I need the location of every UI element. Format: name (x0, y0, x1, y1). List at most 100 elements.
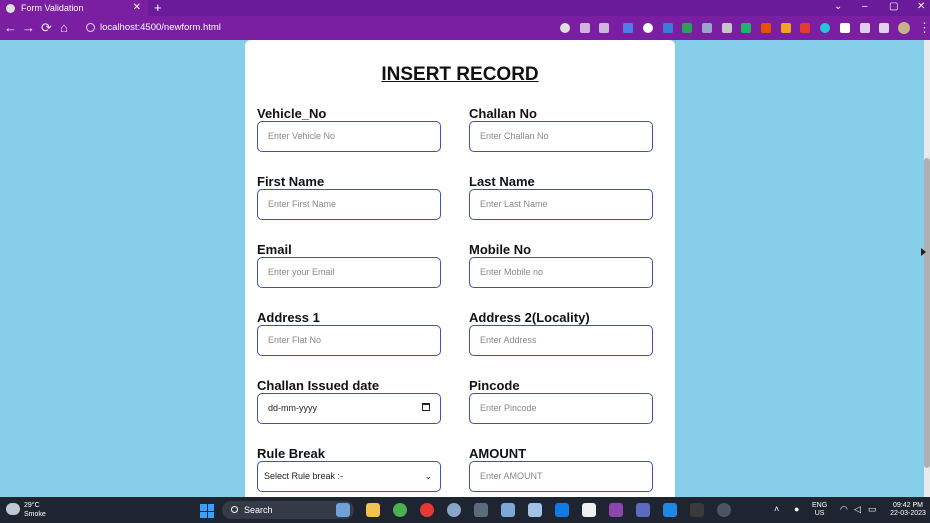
amount-input[interactable]: Enter AMOUNT (469, 461, 653, 492)
email-input[interactable]: Enter your Email (257, 257, 441, 288)
last-name-label: Last Name (469, 174, 535, 189)
side-panel-icon[interactable] (879, 23, 889, 33)
wifi-icon[interactable]: ◠ (840, 505, 848, 514)
translate-extension-icon[interactable] (623, 23, 633, 33)
app-icon[interactable] (555, 503, 569, 517)
maximize-button[interactable]: ▢ (889, 0, 898, 16)
shield-extension-icon[interactable] (682, 23, 692, 33)
microphone-icon[interactable]: ● (794, 505, 799, 514)
chevron-up-icon[interactable]: ˄ (774, 505, 779, 514)
weather-widget[interactable]: 29°C Smoke (24, 501, 46, 519)
taskbar-search[interactable]: Search (222, 501, 354, 519)
email-label: Email (257, 242, 292, 257)
app-icon[interactable] (393, 503, 407, 517)
browser-menu-icon[interactable]: ⋮ (918, 20, 930, 36)
last-name-input[interactable]: Enter Last Name (469, 189, 653, 220)
home-button[interactable]: ⌂ (60, 20, 68, 36)
app-icon[interactable] (609, 503, 623, 517)
language-indicator[interactable]: ENG US (812, 502, 827, 518)
vehicle-no-input[interactable]: Enter Vehicle No (257, 121, 441, 152)
close-tab-icon[interactable]: ✕ (133, 2, 141, 13)
puzzle-icon[interactable] (860, 23, 870, 33)
battery-icon[interactable]: ▭ (868, 505, 877, 514)
avatar[interactable] (898, 22, 910, 34)
new-tab-button[interactable]: + (154, 0, 162, 16)
share-icon[interactable] (580, 23, 590, 33)
address-bar[interactable]: localhost:4500/newform.html (80, 19, 620, 37)
extension-icon[interactable] (761, 23, 771, 33)
app-icon[interactable] (528, 503, 542, 517)
search-highlight-icon (336, 503, 350, 517)
extension-icon[interactable] (722, 23, 732, 33)
app-icon[interactable] (474, 503, 488, 517)
language-region: US (814, 510, 825, 517)
extension-icon[interactable] (820, 23, 830, 33)
tab-title: Form Validation (21, 3, 84, 13)
close-window-button[interactable]: ✕ (917, 0, 925, 16)
pincode-label: Pincode (469, 378, 520, 393)
clock-time: 09:42 PM (893, 502, 923, 509)
settings-gear-icon[interactable] (447, 503, 461, 517)
google-icon[interactable] (560, 23, 570, 33)
calendar-icon[interactable] (422, 403, 430, 411)
app-icon[interactable] (717, 503, 731, 517)
windows-start-icon[interactable] (200, 504, 214, 518)
tab-form-validation[interactable]: Form Validation ✕ (0, 0, 148, 16)
tab-search-icon[interactable]: ⌄ (834, 0, 842, 16)
back-button[interactable]: ← (4, 20, 17, 36)
tab-strip: Form Validation ✕ + ⌄ – ▢ ✕ (0, 0, 930, 16)
rule-break-selected: Select Rule break :- (264, 471, 344, 481)
address2-input[interactable]: Enter Address (469, 325, 653, 356)
rule-break-select[interactable]: Select Rule break :- ⌄ (257, 461, 441, 492)
address2-label: Address 2(Locality) (469, 310, 590, 325)
app-icon[interactable] (501, 503, 515, 517)
bing-icon[interactable] (663, 503, 677, 517)
url-text: localhost:4500/newform.html (100, 22, 221, 33)
weather-temperature: 29°C (24, 502, 40, 509)
reload-button[interactable]: ⟳ (41, 20, 52, 36)
taskbar: 29°C Smoke Search ˄ ● ENG US ◠ ◁ ▭ 09:42… (0, 497, 930, 523)
challan-no-input[interactable]: Enter Challan No (469, 121, 653, 152)
first-name-label: First Name (257, 174, 325, 189)
volume-muted-icon[interactable]: ◁ (854, 505, 861, 514)
minimize-button[interactable]: – (862, 0, 868, 16)
extension-icon[interactable] (840, 23, 850, 33)
pincode-input[interactable]: Enter Pincode (469, 393, 653, 424)
extension-icon[interactable] (741, 23, 751, 33)
page-scrollbar[interactable] (924, 40, 930, 497)
weather-condition: Smoke (24, 511, 46, 518)
chevron-down-icon: ⌄ (424, 471, 432, 481)
chrome-icon[interactable] (420, 503, 434, 517)
terminal-icon[interactable] (690, 503, 704, 517)
extension-icon[interactable] (643, 23, 653, 33)
calendar-app-icon[interactable] (582, 503, 596, 517)
visual-studio-icon[interactable] (636, 503, 650, 517)
site-info-icon[interactable] (86, 23, 95, 32)
mobile-no-label: Mobile No (469, 242, 532, 257)
forward-button[interactable]: → (22, 20, 35, 36)
file-explorer-icon[interactable] (366, 503, 380, 517)
vehicle-no-label: Vehicle_No (257, 106, 327, 121)
language-code: ENG (812, 502, 828, 509)
scrollbar-thumb[interactable] (924, 158, 930, 468)
extension-icon[interactable] (663, 23, 673, 33)
address1-input[interactable]: Enter Flat No (257, 325, 441, 356)
address1-label: Address 1 (257, 310, 320, 325)
extension-icon[interactable] (800, 23, 810, 33)
first-name-input[interactable]: Enter First Name (257, 189, 441, 220)
form-card: INSERT RECORD Vehicle_No Enter Vehicle N… (245, 40, 675, 497)
issued-date-input[interactable]: dd-mm-yyyy (257, 393, 441, 424)
extension-icon[interactable] (702, 23, 712, 33)
clock[interactable]: 09:42 PM 22-03-2023 (888, 502, 928, 518)
mobile-no-input[interactable]: Enter Mobile no (469, 257, 653, 288)
date-placeholder: dd-mm-yyyy (268, 403, 317, 413)
mouse-cursor-icon (921, 248, 926, 256)
weather-cloud-icon[interactable] (6, 503, 20, 515)
rule-break-label: Rule Break (257, 446, 325, 461)
extension-icon[interactable] (781, 23, 791, 33)
search-icon (231, 506, 238, 513)
issued-date-label: Challan Issued date (257, 378, 380, 393)
bookmark-star-icon[interactable] (599, 23, 609, 33)
page-title: INSERT RECORD (381, 64, 539, 85)
browser-toolbar: ← → ⟳ ⌂ localhost:4500/newform.html ⋮ (0, 16, 930, 40)
